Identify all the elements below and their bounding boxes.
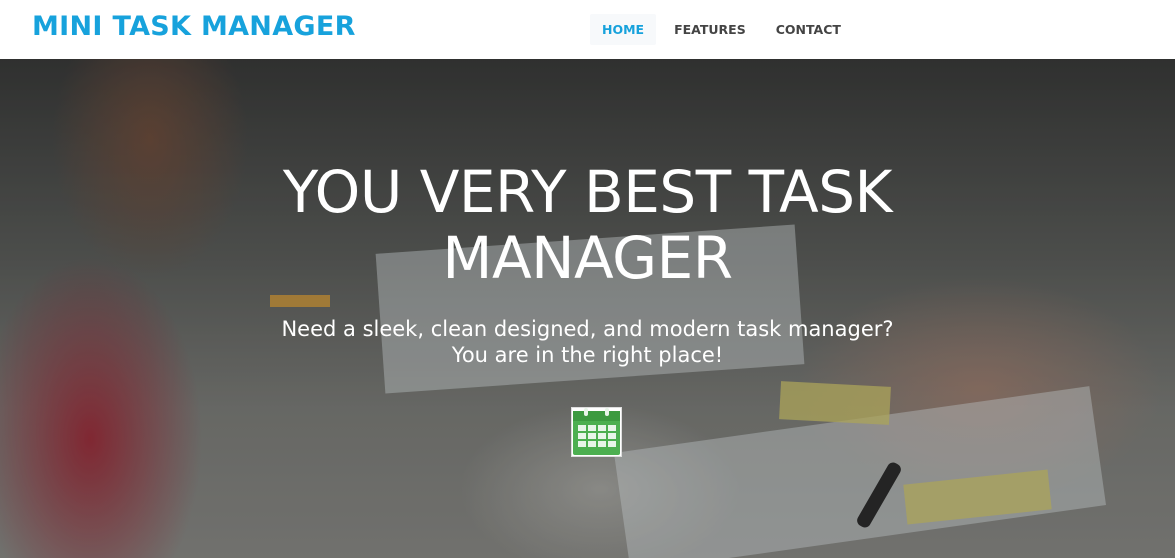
nav-link-contact[interactable]: CONTACT	[764, 14, 853, 45]
navbar: MINI TASK MANAGER HOME FEATURES CONTACT	[0, 0, 1175, 59]
nav-links: HOME FEATURES CONTACT	[590, 0, 859, 59]
calendar-icon[interactable]	[571, 407, 622, 457]
hero-title-line-2: MANAGER	[442, 224, 733, 292]
hero-subtitle-line-1: Need a sleek, clean designed, and modern…	[281, 317, 894, 341]
hero-title-line-1: YOU VERY BEST TASK	[282, 158, 893, 226]
hero-subtitle: Need a sleek, clean designed, and modern…	[0, 316, 1175, 368]
hero-section: YOU VERY BEST TASK MANAGER Need a sleek,…	[0, 59, 1175, 558]
hero-title: YOU VERY BEST TASK MANAGER	[0, 159, 1175, 291]
nav-link-home[interactable]: HOME	[590, 14, 657, 45]
brand-logo[interactable]: MINI TASK MANAGER	[32, 11, 356, 42]
hero-subtitle-line-2: You are in the right place!	[451, 343, 724, 367]
nav-link-features[interactable]: FEATURES	[662, 14, 758, 45]
hero-overlay	[0, 59, 1175, 558]
